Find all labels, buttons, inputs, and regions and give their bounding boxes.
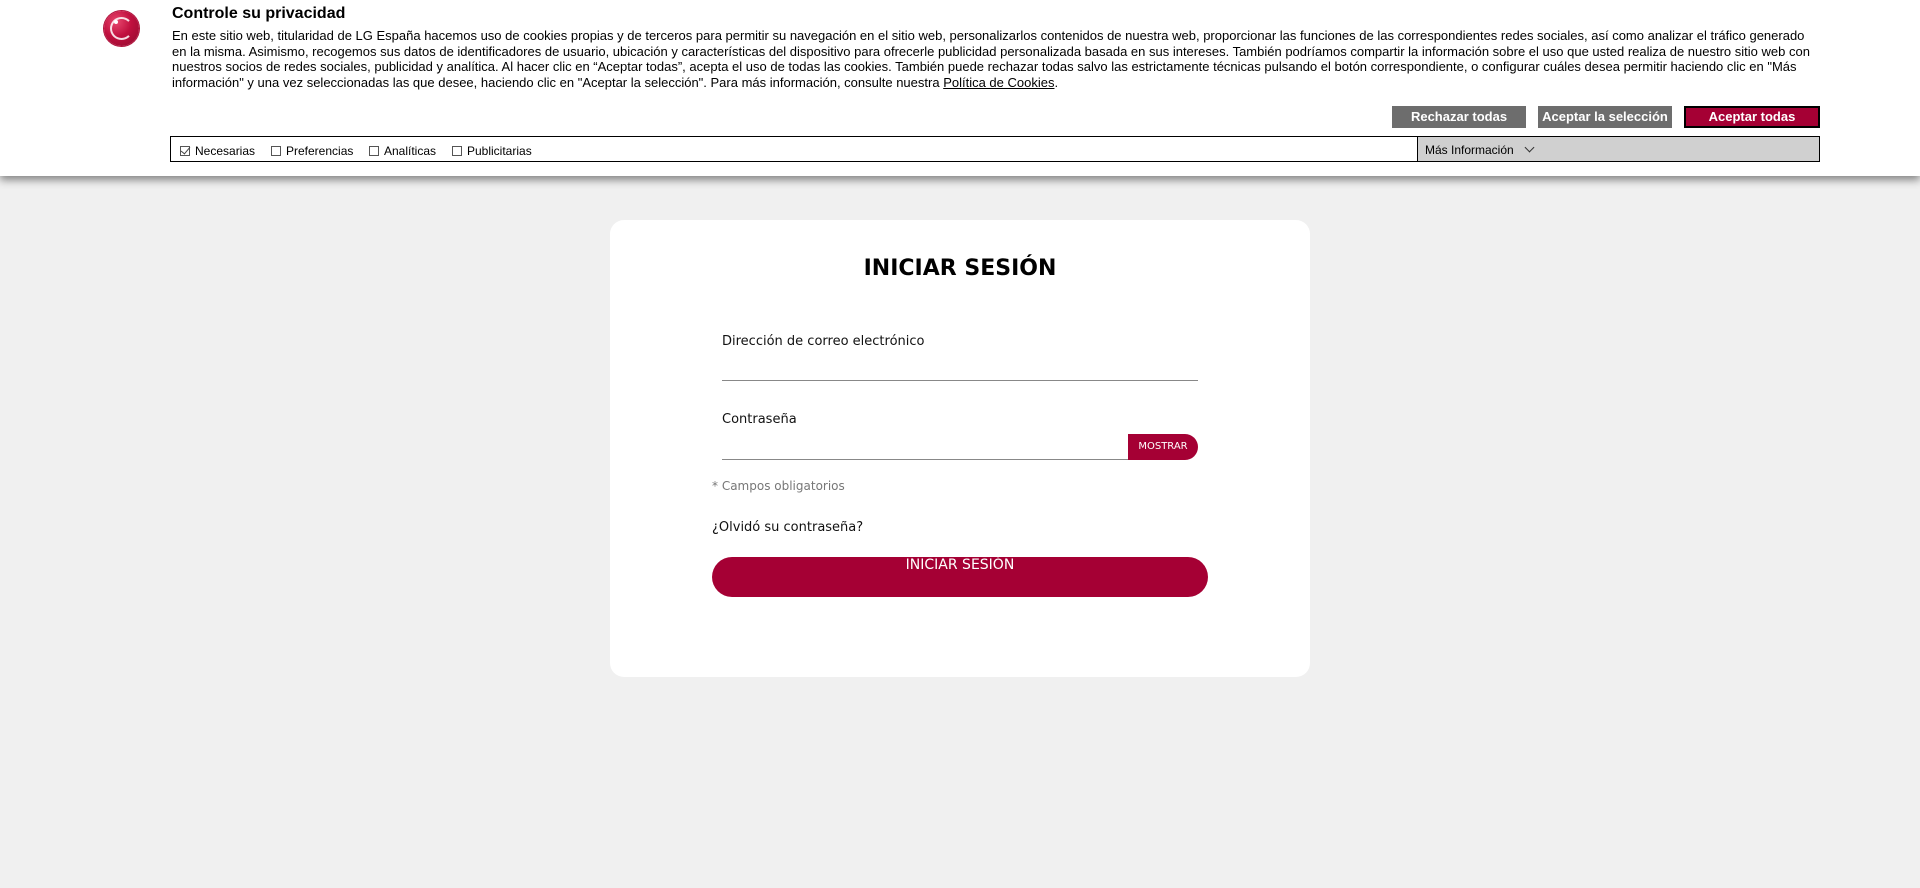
checkbox-publicitarias[interactable]: Publicitarias: [452, 144, 532, 158]
cookie-categories: Necesarias Preferencias Analíticas Publi…: [171, 137, 1417, 161]
checkbox-necesarias[interactable]: Necesarias: [180, 144, 255, 158]
show-password-button[interactable]: MOSTRAR: [1128, 434, 1198, 460]
forgot-password-link[interactable]: ¿Olvidó su contraseña?: [712, 520, 863, 535]
checkbox-icon: [271, 146, 281, 156]
checkbox-label: Necesarias: [195, 144, 256, 158]
email-field[interactable]: [722, 352, 1198, 380]
checkbox-label: Preferencias: [286, 144, 354, 158]
page-title: INICIAR SESIÓN: [863, 256, 1057, 281]
accept-all-button[interactable]: Aceptar todas: [1684, 106, 1820, 128]
login-button[interactable]: INICIAR SESIÓN: [712, 557, 1208, 597]
checkbox-preferencias[interactable]: Preferencias: [271, 144, 353, 158]
more-info-toggle[interactable]: Más Información: [1417, 137, 1819, 161]
cookie-banner-title: Controle su privacidad: [172, 5, 346, 22]
checkbox-label: Analíticas: [384, 144, 437, 158]
email-label: Dirección de correo electrónico: [722, 334, 925, 349]
cookie-text-suffix: .: [1054, 74, 1059, 90]
password-underline: [722, 459, 1128, 460]
checkbox-label: Publicitarias: [467, 144, 532, 158]
more-info-label: Más Información: [1425, 143, 1514, 157]
cookie-banner: Controle su privacidad En este sitio web…: [0, 0, 1920, 176]
checkbox-icon: [369, 146, 379, 156]
cookie-text-line: vez seleccionadas las que desee, haciend…: [282, 74, 940, 90]
checkbox-analiticas[interactable]: Analíticas: [369, 144, 436, 158]
checkbox-checked-icon: [180, 146, 190, 156]
cookie-policy-link[interactable]: Política de Cookies: [943, 75, 1054, 90]
checkbox-icon: [452, 146, 462, 156]
chevron-down-icon: [1524, 142, 1535, 153]
cookie-preferences-bar: Necesarias Preferencias Analíticas Publi…: [170, 136, 1820, 162]
accept-selection-button[interactable]: Aceptar la selección: [1538, 106, 1672, 128]
email-underline: [722, 380, 1198, 381]
reject-all-button[interactable]: Rechazar todas: [1392, 106, 1526, 128]
cookie-banner-text: En este sitio web, titularidad de LG Esp…: [172, 28, 1812, 90]
password-field[interactable]: [722, 432, 1128, 460]
required-fields-note: * Campos obligatorios: [712, 479, 845, 493]
lg-logo-icon: [104, 11, 139, 46]
password-label: Contraseña: [722, 412, 797, 427]
login-card: INICIAR SESIÓN Dirección de correo elect…: [610, 220, 1310, 677]
